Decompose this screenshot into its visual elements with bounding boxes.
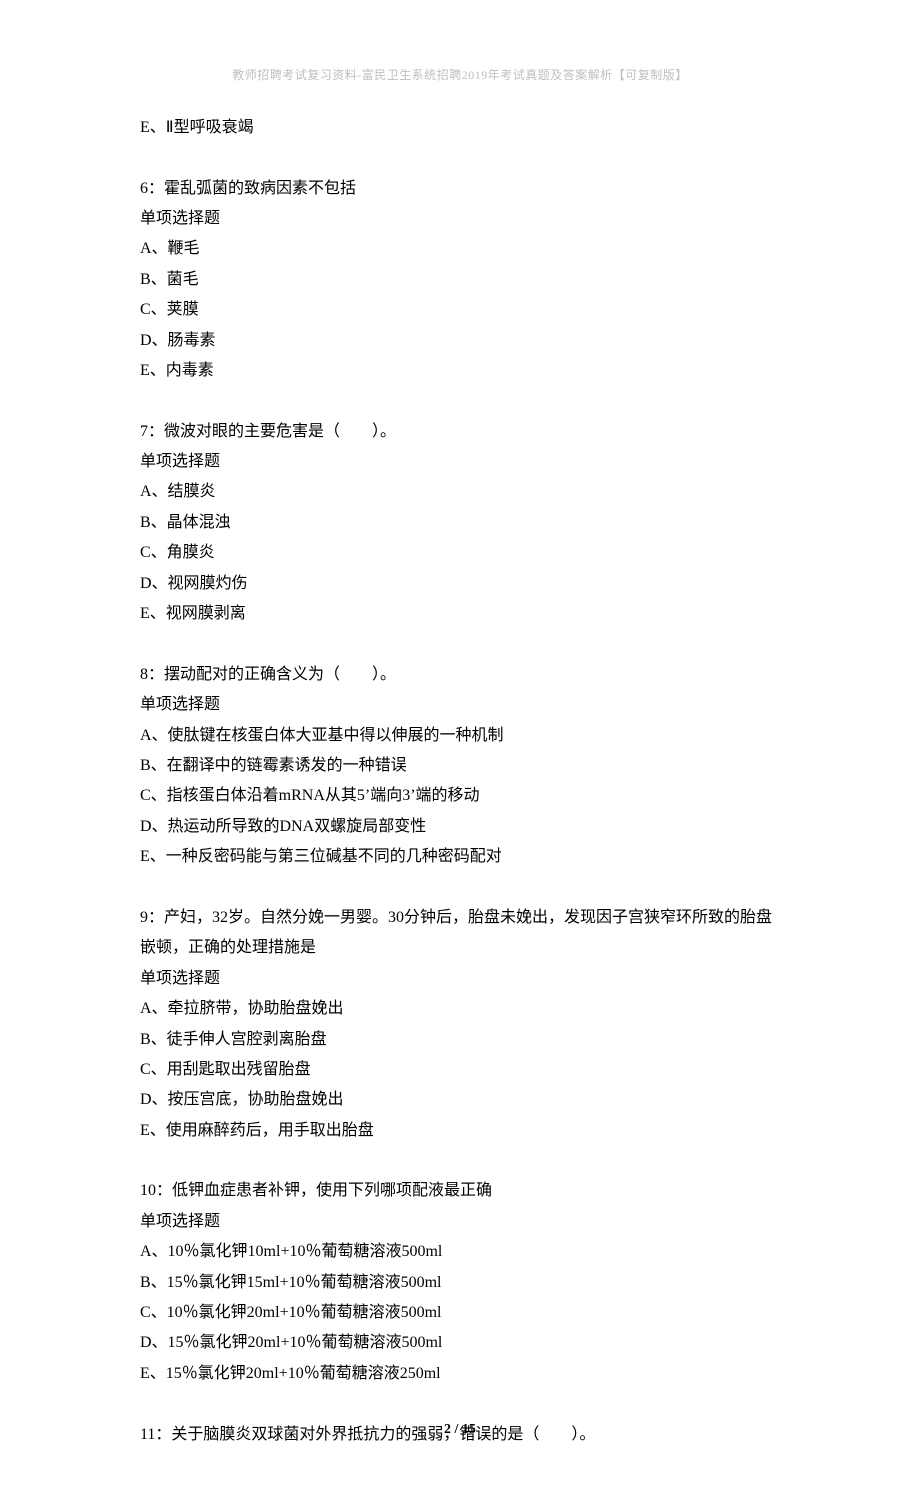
q7-type: 单项选择题 [140,447,780,477]
q10-option-b: B、15％氯化钾15ml+10％葡萄糖溶液500ml [140,1268,780,1298]
q10-type: 单项选择题 [140,1207,780,1237]
q9-option-a: A、牵拉脐带，协助胎盘娩出 [140,994,780,1024]
page-content: E、Ⅱ型呼吸衰竭 6：霍乱弧菌的致病因素不包括 单项选择题 A、鞭毛 B、菌毛 … [140,113,780,1450]
q8-type: 单项选择题 [140,690,780,720]
spacer [140,386,780,416]
q9-option-d: D、按压宫底，协助胎盘娩出 [140,1085,780,1115]
q7-option-d: D、视网膜灼伤 [140,569,780,599]
q5-option-e: E、Ⅱ型呼吸衰竭 [140,113,780,143]
q10-option-d: D、15％氯化钾20ml+10％葡萄糖溶液500ml [140,1328,780,1358]
q10-option-a: A、10％氯化钾10ml+10％葡萄糖溶液500ml [140,1237,780,1267]
q9-prompt: 9：产妇，32岁。自然分娩一男婴。30分钟后，胎盘未娩出，发现因子宫狭窄环所致的… [140,903,780,964]
spacer [140,873,780,903]
q6-option-b: B、菌毛 [140,265,780,295]
q8-option-d: D、热运动所导致的DNA双螺旋局部变性 [140,812,780,842]
q9-option-e: E、使用麻醉药后，用手取出胎盘 [140,1116,780,1146]
q8-option-b: B、在翻译中的链霉素诱发的一种错误 [140,751,780,781]
q10-option-e: E、15％氯化钾20ml+10％葡萄糖溶液250ml [140,1359,780,1389]
spacer [140,143,780,173]
q8-prompt: 8：摆动配对的正确含义为（ ）。 [140,660,780,690]
spacer [140,629,780,659]
page-header: 教师招聘考试复习资料-富民卫生系统招聘2019年考试真题及答案解析【可复制版】 [140,64,780,87]
q10-prompt: 10：低钾血症患者补钾，使用下列哪项配液最正确 [140,1176,780,1206]
spacer [140,1146,780,1176]
page: 教师招聘考试复习资料-富民卫生系统招聘2019年考试真题及答案解析【可复制版】 … [0,0,920,1490]
spacer [140,1389,780,1419]
q8-option-a: A、使肽键在核蛋白体大亚基中得以伸展的一种机制 [140,721,780,751]
page-number: 2 / 15 [0,1417,920,1444]
q6-option-a: A、鞭毛 [140,234,780,264]
q7-option-b: B、晶体混浊 [140,508,780,538]
q7-option-c: C、角膜炎 [140,538,780,568]
q9-type: 单项选择题 [140,964,780,994]
q7-option-e: E、视网膜剥离 [140,599,780,629]
q7-option-a: A、结膜炎 [140,477,780,507]
q6-prompt: 6：霍乱弧菌的致病因素不包括 [140,174,780,204]
q7-prompt: 7：微波对眼的主要危害是（ ）。 [140,417,780,447]
q6-option-d: D、肠毒素 [140,326,780,356]
q9-option-c: C、用刮匙取出残留胎盘 [140,1055,780,1085]
q8-option-e: E、一种反密码能与第三位碱基不同的几种密码配对 [140,842,780,872]
q10-option-c: C、10％氯化钾20ml+10％葡萄糖溶液500ml [140,1298,780,1328]
q9-option-b: B、徒手伸人宫腔剥离胎盘 [140,1025,780,1055]
q6-option-c: C、荚膜 [140,295,780,325]
q6-option-e: E、内毒素 [140,356,780,386]
q8-option-c: C、指核蛋白体沿着mRNA从其5’端向3’端的移动 [140,781,780,811]
q6-type: 单项选择题 [140,204,780,234]
